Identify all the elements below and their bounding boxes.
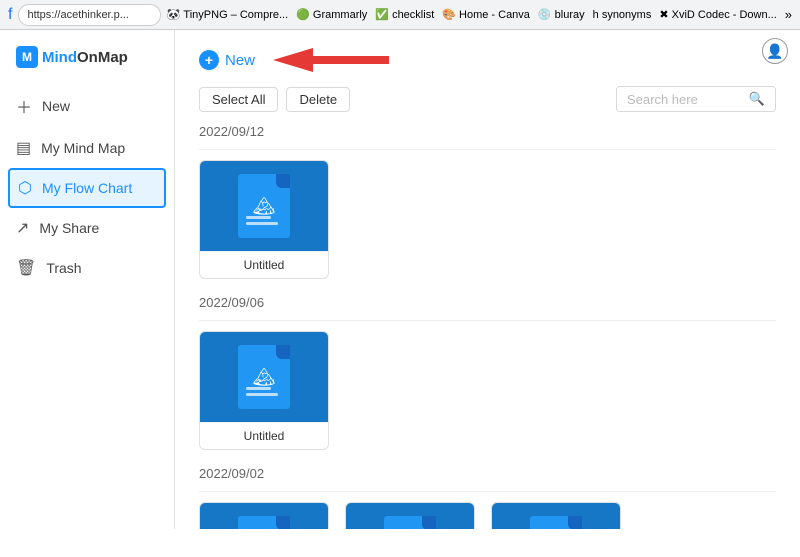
xvid-tab: ✖ XviD Codec - Down... [659, 8, 776, 21]
card-0-0[interactable]: 🏔 Untitled [199, 160, 329, 279]
doc-lines-0-0 [246, 216, 282, 228]
plus-icon: ＋ [16, 94, 32, 118]
cards-row-3: 🏔 🏔 [199, 502, 776, 529]
card-0-0-label: Untitled [200, 251, 328, 278]
flow-chart-icon: ⬡ [18, 178, 32, 198]
card-1-0-label: Untitled [200, 422, 328, 449]
doc-line-1-2 [246, 393, 278, 396]
doc-icon-2-2: 🏔 [530, 516, 582, 529]
canva-tab: 🎨 Home - Canva [442, 8, 530, 21]
more-icon[interactable]: » [785, 7, 792, 22]
date-label-2: 2022/09/06 [199, 295, 776, 310]
logo-icon: M [16, 46, 38, 68]
sidebar-item-trash[interactable]: 🗑 Trash [0, 248, 174, 288]
doc-icon-1-0: 🏔 [238, 345, 290, 409]
checklist-tab: ✅ checklist [375, 8, 434, 21]
sidebar-item-mind-map-label: My Mind Map [41, 140, 125, 156]
browser-icons: 🐼 TinyPNG – Compre... 🟢 Grammarly ✅ chec… [167, 7, 792, 22]
delete-button[interactable]: Delete [286, 87, 350, 112]
logo-text: MindOnMap [42, 49, 128, 66]
date-label-3: 2022/09/02 [199, 466, 776, 481]
tinypng-tab: 🐼 TinyPNG – Compre... [167, 8, 288, 21]
toolbar-left: Select All Delete [199, 87, 350, 112]
sidebar-item-trash-label: Trash [46, 260, 81, 276]
logo: M MindOnMap [0, 46, 174, 84]
date-label-1: 2022/09/12 [199, 124, 776, 139]
doc-line-2 [246, 222, 278, 225]
card-2-1-img: 🏔 [346, 503, 474, 529]
divider-1 [199, 149, 776, 150]
sidebar-item-mind-map[interactable]: ▤ My Mind Map [0, 128, 174, 168]
new-btn-circle-icon: + [199, 50, 219, 70]
sidebar-item-new[interactable]: ＋ New [0, 84, 174, 128]
search-icon: 🔍 [749, 91, 765, 107]
select-all-button[interactable]: Select All [199, 87, 278, 112]
card-1-0[interactable]: 🏔 Untitled [199, 331, 329, 450]
bluray-tab: 💿 bluray [538, 8, 585, 21]
main-content: 👤 + New Select All Delete [175, 30, 800, 529]
doc-icon-2-0: 🏔 [238, 516, 290, 529]
search-placeholder: Search here [627, 92, 698, 107]
doc-icon-0-0: 🏔 [238, 174, 290, 238]
card-2-0-img: 🏔 [200, 503, 328, 529]
sidebar-item-flow-chart-label: My Flow Chart [42, 180, 132, 196]
new-button-label: New [225, 52, 255, 69]
card-2-2[interactable]: 🏔 [491, 502, 621, 529]
doc-icon-2-1: 🏔 [384, 516, 436, 529]
card-0-0-img: 🏔 [200, 161, 328, 251]
grammarly-tab: 🟢 Grammarly [296, 8, 367, 21]
search-box[interactable]: Search here 🔍 [616, 86, 776, 112]
toolbar: Select All Delete Search here 🔍 [199, 86, 776, 112]
sidebar-item-share-label: My Share [39, 220, 99, 236]
mountain-icon-1-0: 🏔 [253, 367, 276, 388]
url-text: https://acethinker.p... [27, 9, 129, 21]
mountain-icon-0-0: 🏔 [253, 196, 276, 217]
sidebar: M MindOnMap ＋ New ▤ My Mind Map ⬡ My Flo… [0, 30, 175, 529]
share-icon: ↗ [16, 218, 29, 238]
mind-map-icon: ▤ [16, 138, 31, 158]
fb-icon: f [8, 6, 12, 24]
sidebar-item-new-label: New [42, 98, 70, 114]
card-2-1[interactable]: 🏔 [345, 502, 475, 529]
doc-line-1 [246, 216, 271, 219]
red-arrow [259, 40, 399, 80]
doc-lines-1-0 [246, 387, 282, 399]
card-1-0-img: 🏔 [200, 332, 328, 422]
sidebar-item-share[interactable]: ↗ My Share [0, 208, 174, 248]
divider-2 [199, 320, 776, 321]
divider-3 [199, 491, 776, 492]
card-2-0[interactable]: 🏔 [199, 502, 329, 529]
synonyms-tab: h synonyms [593, 9, 652, 21]
cards-row-2: 🏔 Untitled [199, 331, 776, 450]
trash-icon: 🗑 [16, 258, 36, 278]
url-bar[interactable]: https://acethinker.p... [18, 4, 160, 26]
cards-row-1: 🏔 Untitled [199, 160, 776, 279]
card-2-2-img: 🏔 [492, 503, 620, 529]
sidebar-item-flow-chart[interactable]: ⬡ My Flow Chart [8, 168, 166, 208]
doc-line-1-1 [246, 387, 271, 390]
browser-bar: f https://acethinker.p... 🐼 TinyPNG – Co… [0, 0, 800, 30]
